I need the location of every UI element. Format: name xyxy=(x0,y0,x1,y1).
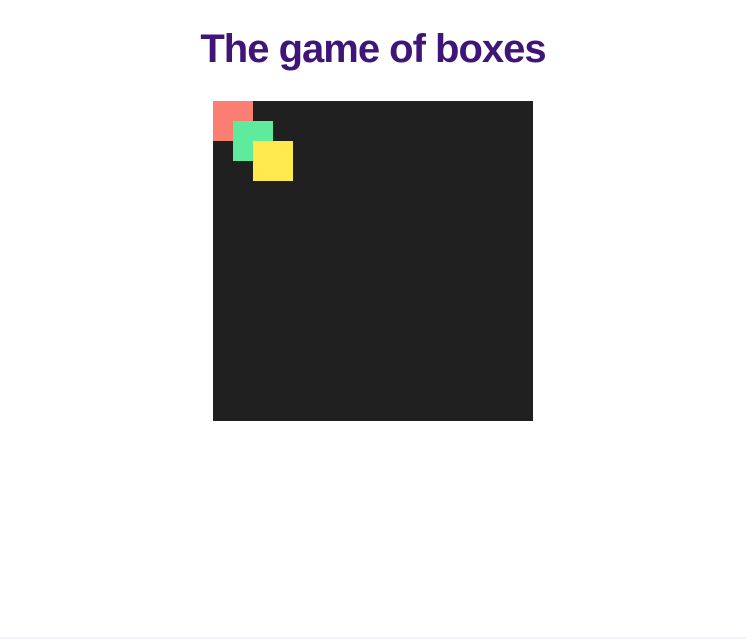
page: The game of boxes xyxy=(0,0,746,639)
box-yellow[interactable] xyxy=(253,141,293,181)
page-title: The game of boxes xyxy=(200,27,546,71)
game-board[interactable] xyxy=(213,101,533,421)
